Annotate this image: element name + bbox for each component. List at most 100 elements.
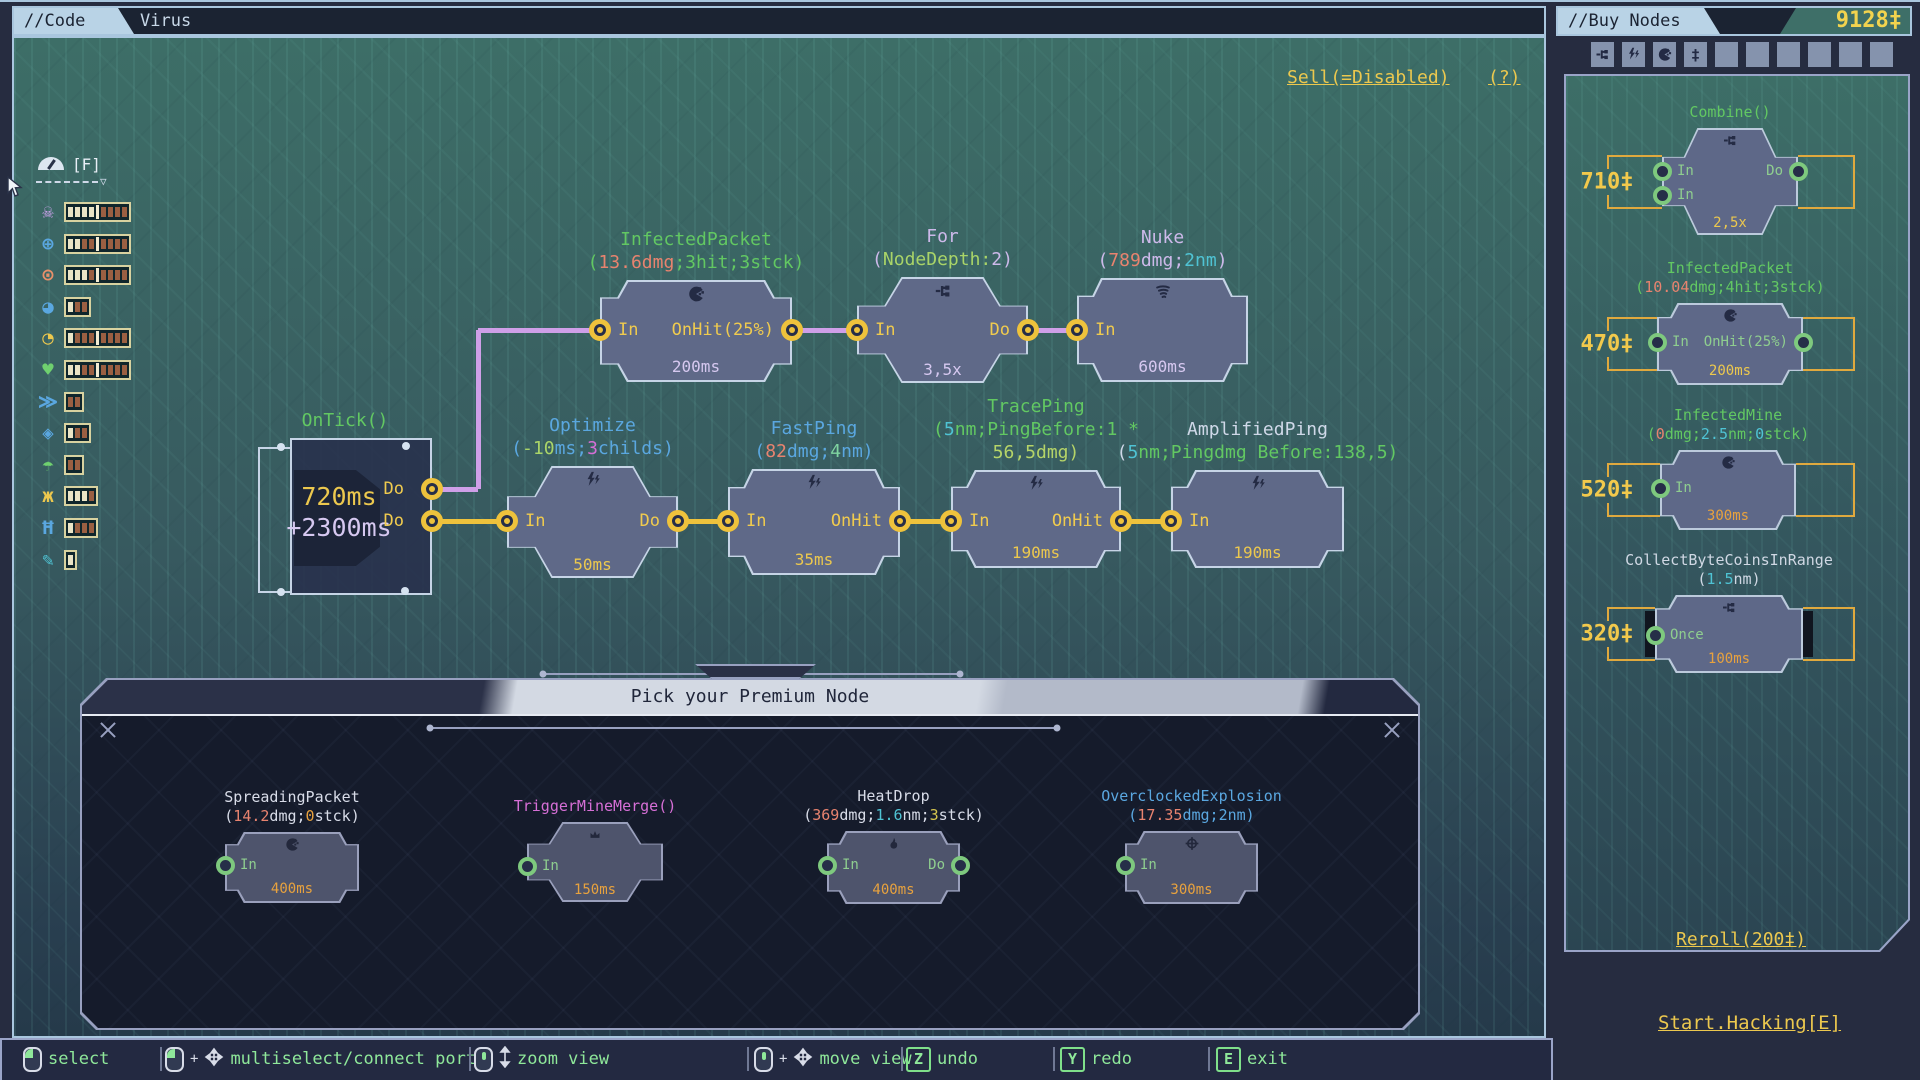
branch-icon [1723, 133, 1738, 148]
tile-empty[interactable] [1746, 42, 1769, 67]
price-bracket [1798, 155, 1855, 209]
port-label: In [1675, 478, 1692, 498]
bar-segment [75, 302, 80, 312]
port-in[interactable] [589, 319, 611, 341]
port-do[interactable] [951, 856, 970, 875]
tile-empty[interactable] [1808, 42, 1831, 67]
tile-empty[interactable] [1839, 42, 1862, 67]
node-nuke[interactable]: In600ms [1077, 278, 1248, 382]
port-label: Do [384, 479, 404, 499]
bar-segment [68, 397, 73, 407]
port-label: OnHit(25%) [1704, 332, 1788, 352]
title-tab: //Code your [14, 8, 134, 34]
deco-dot [1054, 725, 1061, 732]
node-heatdrop[interactable]: InDo400ms [827, 831, 960, 904]
port-in[interactable] [1648, 333, 1667, 352]
port-in[interactable] [717, 510, 739, 532]
bar-segment [68, 270, 73, 280]
price-bracket [1796, 463, 1855, 517]
node-title-line: TriggerMineMerge() [514, 797, 677, 816]
node-subtitle-line: (NodeDepth:2) [872, 248, 1013, 271]
port-once[interactable] [1646, 626, 1665, 645]
toolbar-item-zoom-view: zoom view [474, 1040, 609, 1078]
tile-branch[interactable] [1591, 42, 1614, 67]
port-onhit[interactable] [889, 510, 911, 532]
node-title-line: OverclockedExplosion [1101, 787, 1282, 806]
diamond-icon: ◈ [35, 422, 61, 444]
port-in[interactable] [1651, 479, 1670, 498]
node-title: SpreadingPacket(14.2dmg;0stck) [224, 788, 359, 826]
price-bracket [1803, 607, 1855, 661]
port-in[interactable] [216, 856, 235, 875]
flame-icon [886, 836, 901, 855]
branch-icon [934, 282, 952, 300]
collapse-triangle-icon[interactable]: ▽ [100, 175, 107, 188]
port-in[interactable] [496, 510, 518, 532]
node-traceping[interactable]: InOnHit190ms [951, 470, 1121, 568]
port-label: Do [1766, 161, 1783, 181]
premium-banner: Pick your Premium Node [82, 680, 1418, 716]
toolbar-item-select: select [23, 1040, 109, 1078]
start-hacking-button[interactable]: Start.Hacking[E] [1658, 1012, 1841, 1034]
node-title: TriggerMineMerge() [514, 797, 677, 816]
node-combine[interactable]: InInDo2,5x [1662, 128, 1798, 235]
bar-segment [122, 239, 127, 249]
node-collectbytecoins[interactable]: Once100ms [1655, 595, 1803, 673]
node-spreadingpacket[interactable]: In400ms [225, 832, 359, 903]
node-title-line: InfectedPacket [1635, 259, 1825, 278]
port-do[interactable] [1017, 319, 1039, 341]
wire [478, 328, 602, 333]
port-in[interactable] [1160, 510, 1182, 532]
tile-currency[interactable]: ‡ [1684, 42, 1707, 67]
node-title: InfectedPacket(10.04dmg;4hit;3stck) [1635, 259, 1825, 297]
sell-link[interactable]: Sell(=Disabled) [1287, 67, 1450, 88]
node-infectedpacket-buy[interactable]: InOnHit(25%)200ms [1657, 303, 1803, 385]
tile-empty[interactable] [1777, 42, 1800, 67]
port-label: OnHit [831, 511, 882, 531]
node-overclockedexplosion[interactable]: In300ms [1125, 831, 1258, 904]
port-in[interactable] [518, 857, 537, 876]
node-optimize[interactable]: InDo50ms [507, 466, 678, 578]
tile-empty[interactable] [1870, 42, 1893, 67]
mouse-left-icon [23, 1047, 42, 1072]
tile-packet[interactable] [1653, 42, 1676, 67]
toolbar-label: move view [819, 1049, 911, 1069]
lightning-icon [584, 471, 602, 489]
lightning-icon [805, 474, 823, 496]
lightning-icon [1027, 475, 1045, 497]
port-in[interactable] [1066, 319, 1088, 341]
port-in[interactable] [940, 510, 962, 532]
port-in[interactable] [846, 319, 868, 341]
reroll-button[interactable]: Reroll(200‡) [1676, 929, 1806, 950]
mouse-middle-icon [754, 1047, 773, 1072]
node-title-line: TracePing [933, 395, 1139, 418]
node-amplifiedping[interactable]: In190ms [1171, 470, 1344, 568]
packet-icon [1721, 455, 1736, 470]
node-infectedpacket[interactable]: InOnHit(25%)200ms [600, 280, 792, 382]
help-link[interactable]: (?) [1488, 67, 1521, 88]
port-do[interactable] [421, 510, 443, 532]
bar-segment [75, 270, 80, 280]
title-right: Virus [140, 8, 191, 34]
node-title-line: InfectedMine [1647, 406, 1810, 425]
bar-segment [108, 270, 113, 280]
port-onhit25[interactable] [781, 319, 803, 341]
node-infectedmine[interactable]: In300ms [1660, 450, 1796, 530]
port-onhit[interactable] [1110, 510, 1132, 532]
node-triggerminemerge[interactable]: In150ms [527, 822, 663, 902]
tile-empty[interactable] [1715, 42, 1738, 67]
port-label: OnHit(25%) [672, 320, 774, 340]
port-do[interactable] [667, 510, 689, 532]
target-icon [1184, 836, 1199, 851]
bar-segment [82, 207, 87, 217]
node-ontick[interactable]: 720ms+2300msDoDo [250, 438, 436, 598]
node-fastping[interactable]: InOnHit35ms [728, 469, 900, 575]
port-in[interactable] [1116, 856, 1135, 875]
node-for[interactable]: InDo3,5x [857, 277, 1028, 383]
bar-segment [122, 333, 127, 343]
tile-lightning[interactable] [1622, 42, 1645, 67]
node-title-line: SpreadingPacket [224, 788, 359, 807]
port-do[interactable] [421, 478, 443, 500]
port-in[interactable] [818, 856, 837, 875]
premium-panel-handle[interactable] [695, 664, 816, 679]
